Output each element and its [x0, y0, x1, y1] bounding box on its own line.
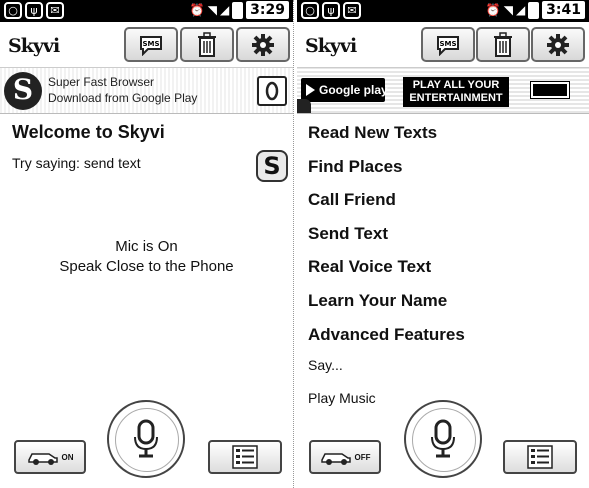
mic-status-line-2: Speak Close to the Phone — [59, 258, 234, 275]
ad-banner[interactable]: Google play PLAY ALL YOUR ENTERTAINMENT — [297, 68, 589, 114]
mail-icon: ✉ — [46, 2, 64, 19]
car-mode-toggle[interactable]: OFF — [309, 440, 381, 474]
browser-logo-icon: S — [4, 72, 42, 110]
car-mode-state: ON — [61, 452, 74, 462]
signal-icon: ◢ — [515, 3, 526, 17]
usb-icon: ψ — [25, 2, 43, 19]
car-icon — [27, 453, 58, 465]
menu-item-learn-your-name[interactable]: Learn Your Name — [308, 291, 447, 311]
menu-item-advanced-features[interactable]: Advanced Features — [308, 325, 465, 345]
menu-item-send-text[interactable]: Send Text — [308, 224, 388, 244]
trash-icon — [494, 31, 512, 57]
mail-icon: ✉ — [343, 2, 361, 19]
alarm-icon: ⏰ — [485, 3, 501, 17]
list-icon — [527, 445, 553, 469]
car-icon — [320, 453, 351, 465]
delete-button[interactable] — [180, 27, 234, 62]
list-icon — [232, 445, 258, 469]
circle-icon: ○ — [301, 2, 319, 19]
settings-button[interactable] — [236, 27, 290, 62]
sms-icon-label: SMS — [142, 40, 159, 48]
status-notifications: ○ ψ ✉ — [301, 2, 361, 19]
google-play-badge: Google play — [301, 78, 388, 102]
sms-button[interactable]: SMS — [124, 27, 178, 62]
signal-icon: ◢ — [219, 3, 230, 17]
hint-text: Try saying: send text — [12, 155, 141, 171]
ad-headline-line-2: ENTERTAINMENT — [409, 92, 503, 104]
mic-button[interactable] — [107, 400, 185, 478]
microphone-icon — [134, 419, 158, 458]
wifi-icon: ◥ — [503, 3, 513, 17]
microphone-icon — [431, 419, 455, 458]
alarm-icon: ⏰ — [189, 3, 205, 17]
car-mode-toggle[interactable]: ON — [14, 440, 86, 474]
ad-open-button[interactable] — [257, 76, 287, 106]
mic-button[interactable] — [404, 400, 482, 478]
status-bar: ○ ψ ✉ ⏰ ◥ ◢ 3:41 — [297, 0, 589, 22]
sms-icon: SMS — [437, 35, 459, 56]
circle-icon: ○ — [4, 2, 22, 19]
play-music-suggestion[interactable]: Play Music — [308, 390, 376, 406]
screen-right: ○ ψ ✉ ⏰ ◥ ◢ 3:41 Skyvi SMS Google play P… — [297, 0, 589, 488]
commands-list-button[interactable] — [503, 440, 577, 474]
screen-left: ○ ψ ✉ ⏰ ◥ ◢ 3:29 Skyvi SMS S Super Fast … — [0, 0, 293, 488]
ad-headline-line-1: PLAY ALL YOUR — [412, 79, 500, 91]
app-logo: Skyvi — [8, 35, 60, 57]
status-system: ⏰ ◥ ◢ 3:41 — [486, 1, 585, 19]
gear-icon — [252, 33, 274, 56]
menu-item-real-voice-text[interactable]: Real Voice Text — [308, 257, 431, 277]
ad-headline: PLAY ALL YOUR ENTERTAINMENT — [403, 77, 509, 107]
car-mode-state: OFF — [354, 452, 371, 462]
ad-line-1: Super Fast Browser — [48, 75, 155, 89]
welcome-title: Welcome to Skyvi — [12, 122, 165, 142]
battery-icon — [232, 1, 244, 19]
menu-item-read-new-texts[interactable]: Read New Texts — [308, 123, 437, 143]
trash-icon — [198, 31, 216, 57]
sms-button[interactable]: SMS — [421, 27, 475, 62]
status-notifications: ○ ψ ✉ — [4, 2, 64, 19]
download-icon — [265, 81, 279, 101]
ad-cta-icon[interactable] — [530, 81, 570, 99]
ad-line-2: Download from Google Play — [48, 91, 198, 105]
status-time: 3:41 — [542, 1, 585, 19]
status-time: 3:29 — [246, 1, 289, 19]
say-label: Say... — [308, 357, 343, 373]
mic-status-line-1: Mic is On — [115, 238, 178, 255]
sms-icon: SMS — [140, 35, 162, 56]
app-logo: Skyvi — [305, 35, 357, 57]
app-bar: Skyvi SMS — [297, 22, 589, 68]
battery-icon — [528, 1, 540, 19]
commands-list-button[interactable] — [208, 440, 282, 474]
settings-button[interactable] — [531, 27, 585, 62]
app-bar: Skyvi SMS — [0, 22, 293, 68]
sms-icon-label: SMS — [439, 40, 456, 48]
ad-banner[interactable]: S Super Fast Browser Download from Googl… — [0, 68, 293, 114]
status-bar: ○ ψ ✉ ⏰ ◥ ◢ 3:29 — [0, 0, 293, 22]
skyvi-badge-icon[interactable]: S — [256, 150, 288, 182]
gear-icon — [547, 33, 569, 56]
status-system: ⏰ ◥ ◢ 3:29 — [190, 1, 289, 19]
menu-item-find-places[interactable]: Find Places — [308, 157, 402, 177]
wifi-icon: ◥ — [207, 3, 217, 17]
ad-info-icon[interactable] — [297, 99, 311, 113]
usb-icon: ψ — [322, 2, 340, 19]
delete-button[interactable] — [476, 27, 530, 62]
menu-item-call-friend[interactable]: Call Friend — [308, 190, 396, 210]
